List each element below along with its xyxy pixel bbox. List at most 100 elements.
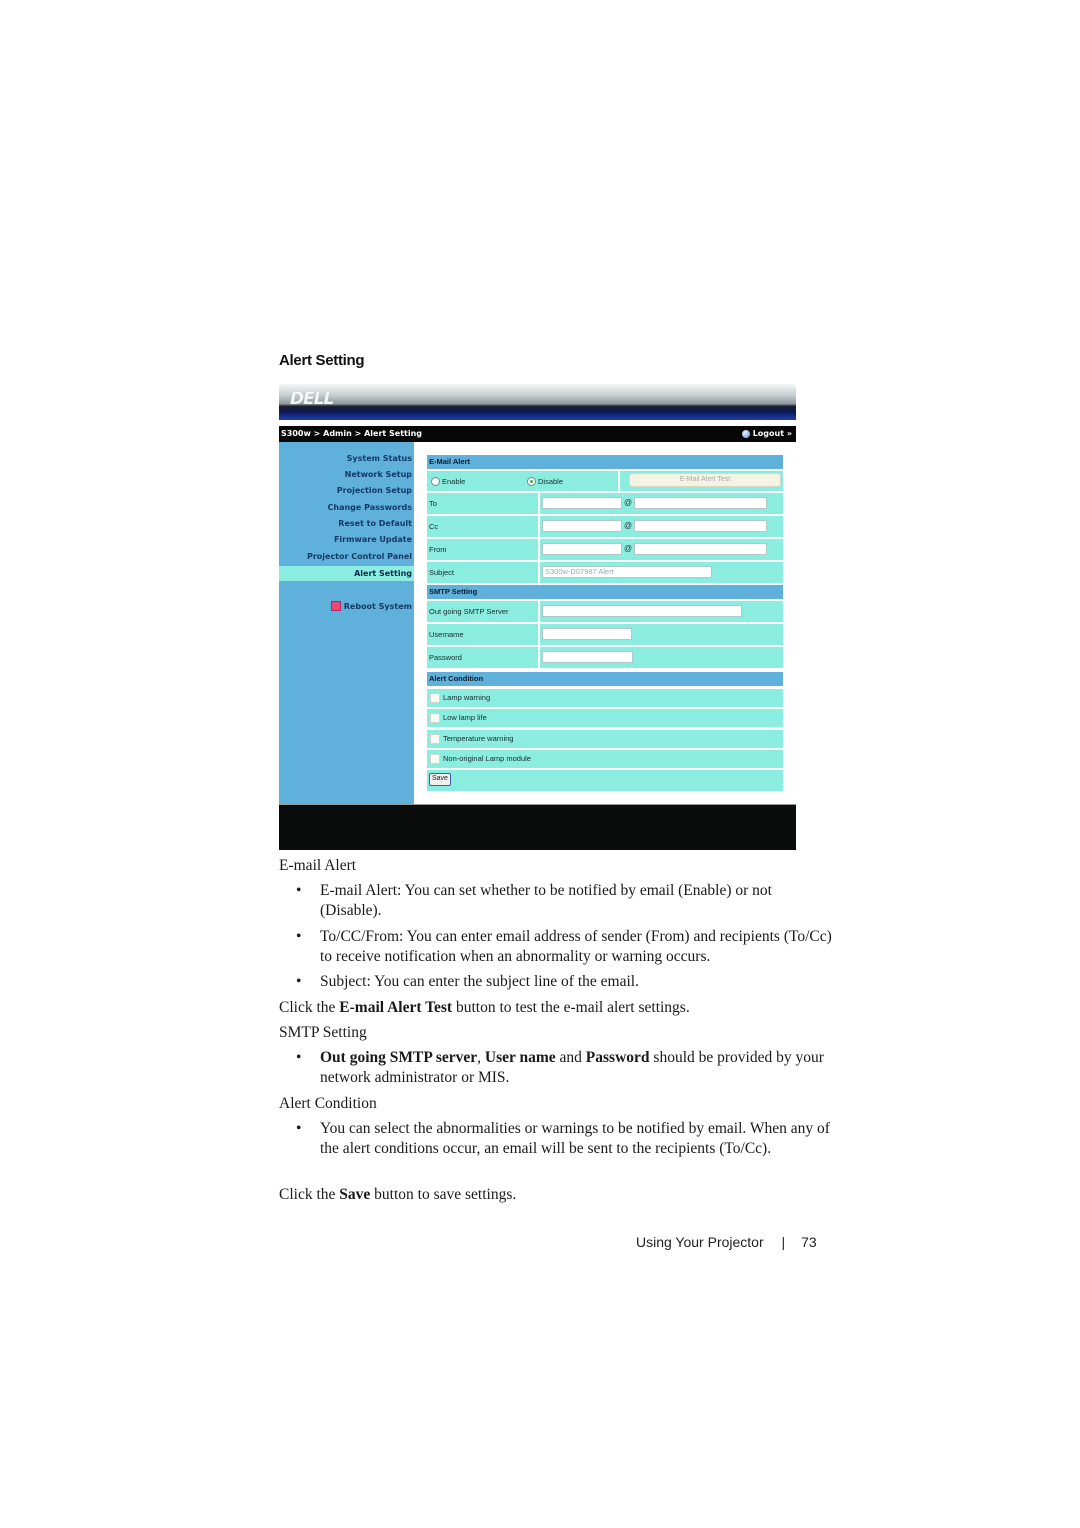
condition-low-lamp-life[interactable]: Low lamp life xyxy=(427,709,783,727)
ui-footer-bar xyxy=(279,804,796,850)
at-sign: @ xyxy=(624,498,633,507)
smtp-setting-heading: SMTP Setting xyxy=(279,1024,367,1041)
dell-banner: DELL xyxy=(279,384,796,420)
alert-condition-heading: Alert Condition xyxy=(279,1095,377,1112)
text: button to test the e-mail alert settings… xyxy=(452,999,690,1016)
username-label: Username xyxy=(427,624,538,645)
smtp-server-input[interactable] xyxy=(542,605,742,617)
logout-link[interactable]: Logout » xyxy=(741,426,792,442)
sidebar-item-projection-setup[interactable]: Projection Setup xyxy=(337,486,412,495)
cc-domain-input[interactable] xyxy=(634,520,767,532)
save-instruction: Click the Save button to save settings. xyxy=(279,1185,839,1205)
reboot-label: Reboot System xyxy=(343,601,412,611)
email-alert-bullet-1: E-mail Alert: You can set whether to be … xyxy=(320,882,772,919)
condition-label: Non-original Lamp module xyxy=(443,754,531,763)
smtp-setting-header: SMTP Setting xyxy=(427,585,783,599)
save-ref: Save xyxy=(339,1186,371,1203)
email-alert-test-button[interactable]: E-Mail Alert Test xyxy=(629,473,781,487)
from-user-input[interactable] xyxy=(542,543,622,555)
text: , xyxy=(477,1049,485,1066)
from-domain-input[interactable] xyxy=(634,543,767,555)
bullet: • xyxy=(296,1120,302,1137)
email-alert-header: E-Mail Alert xyxy=(427,455,783,469)
text: Click the xyxy=(279,999,340,1016)
bullet: • xyxy=(296,928,302,945)
alert-condition-bullet-1: You can select the abnormalities or warn… xyxy=(320,1120,830,1157)
checkbox[interactable] xyxy=(430,693,440,704)
bullet-2-lead: To/CC/From: xyxy=(320,928,404,945)
dell-logo: DELL xyxy=(290,389,334,409)
save-button[interactable]: Save xyxy=(429,773,451,786)
email-test-instruction: Click the E-mail Alert Test button to te… xyxy=(279,998,839,1018)
subject-input[interactable]: S300w-D07987 Alert xyxy=(542,566,712,578)
text: button to save settings. xyxy=(370,1186,517,1203)
email-alert-toggle-row: Enable Disable E-Mail Alert Test xyxy=(427,471,783,491)
text: Click the xyxy=(279,1186,340,1203)
smtp-server-label: Out going SMTP Server xyxy=(427,601,538,622)
to-row: To @ xyxy=(427,493,783,514)
subject-label: Subject xyxy=(427,562,538,583)
password-label: Password xyxy=(427,647,538,668)
disable-label: Disable xyxy=(538,476,564,486)
to-label: To xyxy=(427,493,538,514)
at-sign: @ xyxy=(624,544,633,553)
smtp-server-row: Out going SMTP Server xyxy=(427,601,783,622)
logout-icon xyxy=(741,430,750,438)
save-row: Save xyxy=(427,770,783,791)
username-row: Username xyxy=(427,624,783,645)
disable-radio-circle xyxy=(527,476,536,486)
cc-user-input[interactable] xyxy=(542,520,622,532)
page-footer: Using Your Projector | 73 xyxy=(636,1234,817,1250)
sidebar-item-firmware-update[interactable]: Firmware Update xyxy=(334,535,412,544)
sidebar-item-projector-control-panel[interactable]: Projector Control Panel xyxy=(307,552,412,561)
sidebar-item-reset-to-default[interactable]: Reset to Default xyxy=(338,519,412,528)
bullet: • xyxy=(296,1049,302,1066)
logout-label: Logout » xyxy=(752,429,792,438)
reboot-system-link[interactable]: Reboot System xyxy=(330,601,412,611)
sidebar-item-network-setup[interactable]: Network Setup xyxy=(345,470,412,479)
enable-label: Enable xyxy=(442,476,466,486)
sidebar-item-change-passwords[interactable]: Change Passwords xyxy=(328,503,413,512)
alert-condition-header: Alert Condition xyxy=(427,672,783,686)
disable-radio[interactable]: Disable xyxy=(527,476,564,486)
bold-term: User name xyxy=(484,1049,556,1066)
email-alert-bullet-2: To/CC/From: You can enter email address … xyxy=(320,927,835,967)
email-alert-bullet-3: Subject: You can enter the subject line … xyxy=(320,973,639,990)
breadcrumb-bar: S300w > Admin > Alert Setting Logout » xyxy=(279,426,796,442)
breadcrumb: S300w > Admin > Alert Setting xyxy=(281,429,423,438)
password-row: Password xyxy=(427,647,783,668)
footer-separator: | xyxy=(781,1234,786,1250)
footer-section: Using Your Projector xyxy=(636,1234,764,1250)
condition-lamp-warning[interactable]: Lamp warning xyxy=(427,689,783,707)
condition-temperature-warning[interactable]: Temperature warning xyxy=(427,730,783,748)
username-input[interactable] xyxy=(542,628,632,640)
smtp-bullet-1: Out going SMTP server, User name and Pas… xyxy=(320,1048,835,1088)
enable-radio-circle xyxy=(431,476,440,486)
password-input[interactable] xyxy=(542,651,633,663)
to-user-input[interactable] xyxy=(542,497,622,509)
condition-label: Low lamp life xyxy=(443,713,487,722)
text: and xyxy=(555,1049,586,1066)
to-domain-input[interactable] xyxy=(634,497,767,509)
condition-non-original-lamp[interactable]: Non-original Lamp module xyxy=(427,750,783,768)
sidebar-item-system-status[interactable]: System Status xyxy=(347,454,412,463)
bold-term: Out going SMTP server xyxy=(320,1049,478,1066)
bullet: • xyxy=(296,973,302,990)
bullet: • xyxy=(296,882,302,899)
checkbox[interactable] xyxy=(430,713,440,724)
from-row: From @ xyxy=(427,539,783,560)
reboot-icon xyxy=(330,601,341,611)
checkbox[interactable] xyxy=(430,734,440,745)
enable-radio[interactable]: Enable xyxy=(431,476,527,486)
sidebar-item-alert-setting[interactable]: Alert Setting xyxy=(279,566,414,581)
cc-label: Cc xyxy=(427,516,538,537)
subject-row: Subject S300w-D07987 Alert xyxy=(427,562,783,583)
condition-label: Lamp warning xyxy=(443,693,491,702)
checkbox[interactable] xyxy=(430,754,440,765)
at-sign: @ xyxy=(624,521,633,530)
condition-label: Temperature warning xyxy=(443,734,514,743)
cc-row: Cc @ xyxy=(427,516,783,537)
from-label: From xyxy=(427,539,538,560)
section-title: Alert Setting xyxy=(279,352,365,369)
web-ui-screenshot: DELL S300w > Admin > Alert Setting Logou… xyxy=(279,384,796,850)
